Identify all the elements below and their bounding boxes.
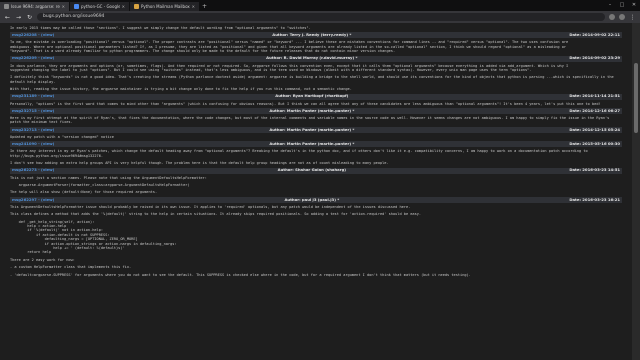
message-text: Personally, "options" is the first word …: [10, 101, 601, 106]
message-author: Author: Shahar Golan (shaharg): [277, 167, 347, 173]
browser-tab[interactable]: python-GC - Google Search ✕: [70, 2, 130, 11]
message-date: Date: 2014-09-02 23:29: [569, 55, 620, 61]
profile-icon[interactable]: [619, 14, 625, 20]
message-link[interactable]: msg226208 - (view): [12, 32, 54, 37]
message-date: Date: 2016-03-23 16:21: [569, 196, 620, 202]
browser-tab[interactable]: Python Mailman Mailbox Clear... ✕: [130, 2, 200, 11]
message-text: Here is my first attempt at the spirit o…: [10, 116, 610, 125]
message-date: Date: 2014-12-16 06:27: [569, 107, 620, 113]
message-header: msg262297 - (view) Author: paul j3 (paul…: [10, 197, 622, 203]
message-author: Author: R. David Murray (r.david.murray)…: [266, 55, 358, 61]
browser-tab[interactable]: Issue 9694: argparse: required t... ✕: [0, 2, 70, 11]
forward-icon[interactable]: →: [15, 14, 22, 21]
close-icon[interactable]: ✕: [192, 4, 195, 9]
message-link[interactable]: msg241090 - (view): [12, 141, 54, 146]
close-icon[interactable]: ✕: [122, 4, 125, 9]
message-text: "keyword". That is a word already famili…: [10, 49, 396, 54]
message-link[interactable]: msg232715 - (view): [12, 108, 54, 113]
code-block: def _get_help_string(self, action): help…: [18, 219, 177, 255]
menu-icon[interactable]: ⋮: [629, 14, 636, 21]
message-header: msg232713 - (view) Author: Martin Panter…: [10, 127, 622, 133]
message-date: Date: 2014-12-15 05:24: [569, 126, 620, 132]
message-date: Date: 2014-11-14 21:51: [569, 93, 620, 99]
favicon-icon: [74, 4, 79, 9]
message-author: Author: Ryan Hartkopf (rhartkopf): [275, 93, 349, 99]
message-header: msg241090 - (view) Author: Martin Panter…: [10, 141, 622, 148]
message-text: - 'default=argparse.SUPPRESS' for argume…: [10, 272, 471, 277]
message-header: msg262273 - (view) Author: Shahar Golan …: [10, 167, 622, 174]
page-scrollbar[interactable]: [632, 23, 640, 360]
message-link[interactable]: msg232713 - (view): [12, 127, 54, 132]
message-header: msg232715 - (view) Author: Martin Panter…: [10, 107, 622, 115]
minimize-icon[interactable]: –: [604, 0, 616, 11]
message-link[interactable]: msg262273 - (view): [12, 167, 54, 172]
message-link[interactable]: msg262297 - (view): [12, 197, 54, 202]
reload-icon[interactable]: ↻: [26, 14, 33, 21]
favicon-icon: [4, 4, 9, 9]
message-date: Date: 2015-05-16 00:30: [569, 141, 620, 147]
url-input[interactable]: bugs.python.org/issue9694: [37, 13, 605, 21]
message-header: msg226209 - (view) Author: R. David Murr…: [10, 55, 622, 62]
message-author: Author: Martin Panter (martin.panter) *: [269, 107, 355, 113]
message-text: The help will also show (default:None) f…: [10, 190, 158, 195]
message-date: Date: 2016-03-23 14:51: [569, 167, 620, 173]
new-tab-button[interactable]: +: [200, 2, 209, 11]
message-link[interactable]: msg231189 - (view): [12, 94, 54, 99]
window-controls: – □ ✕: [604, 0, 640, 11]
message-text: I definitely think "keywords" is not a g…: [10, 75, 614, 84]
browser-tab-bar: Issue 9694: argparse: required t... ✕ py…: [0, 0, 640, 11]
message-author: Author: Martin Panter (martin.panter) *: [269, 141, 355, 147]
issue-page: In early 2015 times may be called those …: [0, 23, 632, 360]
message-text: suggested changing the label to just "op…: [10, 68, 532, 73]
message-author: Author: paul j3 (paul.j3) *: [284, 196, 340, 202]
message-author: Author: Martin Panter (martin.panter) *: [269, 126, 355, 132]
message-text: With that, reading the issue history, th…: [10, 87, 352, 92]
message-author: Author: Terry J. Reedy (terry.reedy) *: [272, 32, 352, 38]
close-icon[interactable]: ✕: [62, 4, 65, 9]
message-text: In there any interest in my or Ryan's pa…: [10, 149, 588, 158]
maximize-icon[interactable]: □: [616, 0, 628, 11]
scrollbar-thumb[interactable]: [634, 63, 638, 133]
extension-icon[interactable]: [609, 14, 615, 20]
message-header: msg226208 - (view) Author: Terry J. Reed…: [10, 32, 622, 39]
tab-title: python-GC - Google Search: [81, 4, 120, 9]
close-window-icon[interactable]: ✕: [628, 0, 640, 11]
message-date: Date: 2014-09-02 22:11: [569, 32, 620, 38]
message-text: Updated my patch with a "version changed…: [10, 134, 114, 139]
message-text: I don't see how adding an extra help gro…: [10, 161, 389, 166]
message-text: In early 2015 times may be called those …: [10, 26, 311, 30]
address-toolbar: ← → ↻ bugs.python.org/issue9694 ⋮: [0, 11, 640, 23]
tab-title: Issue 9694: argparse: required t...: [11, 4, 60, 9]
back-icon[interactable]: ←: [4, 14, 11, 21]
tab-title: Python Mailman Mailbox Clear...: [141, 4, 190, 9]
message-header: msg231189 - (view) Author: Ryan Hartkopf…: [10, 94, 622, 100]
message-link[interactable]: msg226209 - (view): [12, 55, 54, 60]
favicon-icon: [134, 4, 139, 9]
